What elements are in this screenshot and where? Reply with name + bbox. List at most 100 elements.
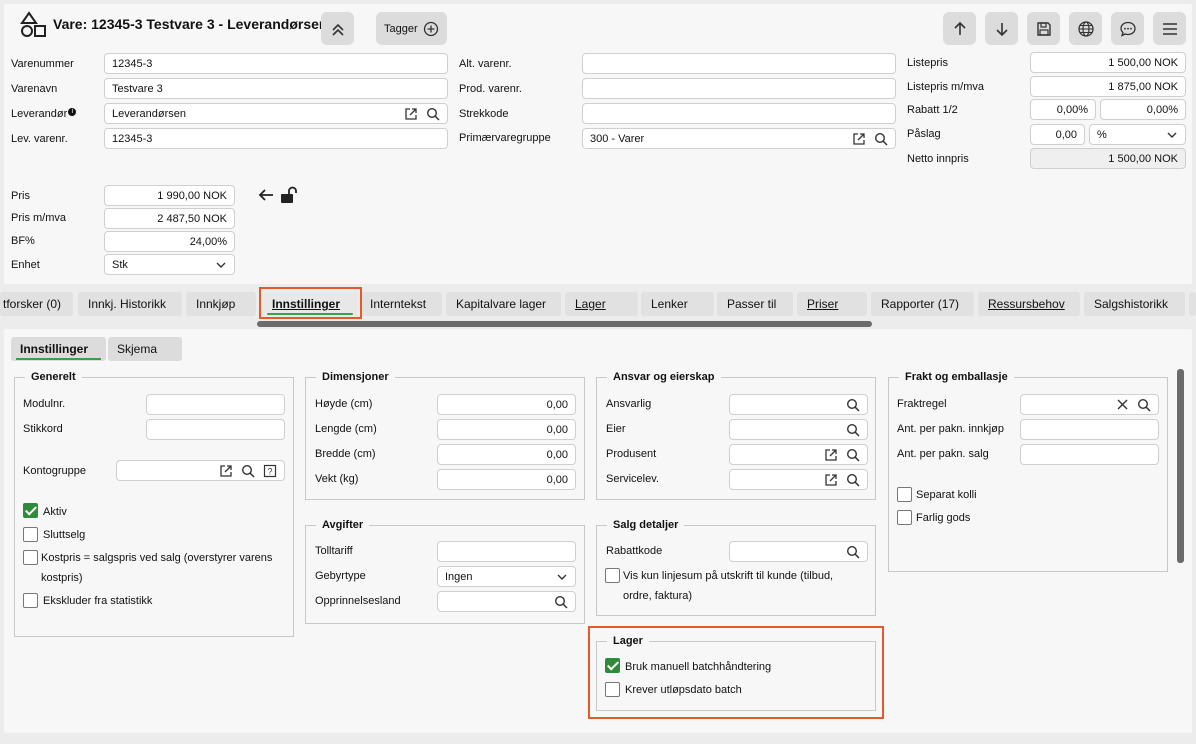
vertical-scrollbar[interactable] — [1177, 369, 1184, 563]
tab-ressursbehov[interactable]: Ressursbehov — [978, 292, 1080, 316]
pris-label: Pris — [11, 190, 30, 202]
bredde-input[interactable]: 0,00 — [437, 444, 576, 465]
previous-item-button[interactable] — [943, 12, 976, 45]
tab-passer-til[interactable]: Passer til — [717, 292, 793, 316]
servicelev-input[interactable] — [729, 469, 868, 490]
opprinnelsesland-input[interactable] — [437, 591, 576, 612]
open-external-icon[interactable] — [824, 473, 838, 487]
stikkord-input[interactable] — [146, 419, 285, 440]
sluttselg-checkbox[interactable] — [23, 527, 38, 542]
vis-linjesum-checkbox[interactable] — [605, 568, 620, 583]
ansvarlig-label: Ansvarlig — [606, 398, 652, 410]
tab-scrollbar[interactable] — [257, 321, 872, 327]
tab-tforsker[interactable]: tforsker (0) — [0, 292, 73, 316]
strekkode-input[interactable] — [582, 103, 896, 124]
comments-button[interactable] — [1111, 12, 1144, 45]
gebyrtype-select[interactable]: Ingen — [437, 566, 576, 587]
varenavn-input[interactable]: Testvare 3 — [104, 78, 448, 99]
ansvarlig-input[interactable] — [729, 394, 868, 415]
eier-input[interactable] — [729, 419, 868, 440]
produsent-input[interactable] — [729, 444, 868, 465]
tags-button[interactable]: Tagger — [376, 12, 447, 45]
vekt-input[interactable]: 0,00 — [437, 469, 576, 490]
tab-more[interactable] — [1189, 292, 1196, 316]
dimensjoner-title: Dimensjoner — [316, 371, 395, 383]
next-item-button[interactable] — [985, 12, 1018, 45]
rabatt1-input[interactable]: 0,00% — [1030, 99, 1096, 120]
search-icon[interactable] — [846, 448, 860, 462]
ant-pakn-salg-input[interactable] — [1020, 444, 1159, 465]
chevron-down-icon — [1167, 132, 1177, 138]
rabattkode-input[interactable] — [729, 541, 868, 562]
tab-rapporter[interactable]: Rapporter (17) — [871, 292, 974, 316]
tab-internttekst[interactable]: Interntekst — [360, 292, 442, 316]
rabatt2-input[interactable]: 0,00% — [1100, 99, 1186, 120]
menu-button[interactable] — [1153, 12, 1186, 45]
search-icon[interactable] — [846, 398, 860, 412]
hoyde-input[interactable]: 0,00 — [437, 394, 576, 415]
help-box-icon[interactable]: ? — [263, 464, 277, 478]
prod-varenr-input[interactable] — [582, 78, 896, 99]
tab-internttekst-label: Interntekst — [370, 297, 427, 311]
separat-kolli-checkbox[interactable] — [897, 487, 912, 502]
ant-pakn-innkjop-input[interactable] — [1020, 419, 1159, 440]
save-button[interactable] — [1027, 12, 1060, 45]
kontogruppe-input[interactable]: ? — [116, 460, 285, 481]
subtab-skjema[interactable]: Skjema — [108, 337, 182, 361]
tab-innkj-historikk[interactable]: Innkj. Historikk — [78, 292, 182, 316]
search-icon[interactable] — [846, 473, 860, 487]
lengde-input[interactable]: 0,00 — [437, 419, 576, 440]
lev-varenr-input[interactable]: 12345-3 — [104, 128, 448, 149]
primaervaregruppe-input[interactable]: 300 - Varer — [582, 128, 896, 149]
open-external-icon[interactable] — [852, 132, 866, 146]
tab-lager[interactable]: Lager — [565, 292, 638, 316]
clear-x-icon[interactable] — [1116, 398, 1129, 411]
open-external-icon[interactable] — [404, 107, 418, 121]
collapse-button[interactable] — [321, 12, 354, 45]
open-external-icon[interactable] — [219, 464, 233, 478]
kostpris-label: Kostpris = salgspris ved salg (overstyre… — [41, 552, 273, 564]
search-icon[interactable] — [846, 545, 860, 559]
search-icon[interactable] — [1137, 398, 1151, 412]
leverandor-input[interactable]: Leverandørsen — [104, 103, 448, 124]
unlock-icon[interactable] — [280, 186, 298, 204]
primaervaregruppe-value: 300 - Varer — [590, 132, 645, 145]
tab-salgshistorikk[interactable]: Salgshistorikk — [1084, 292, 1185, 316]
web-button[interactable] — [1069, 12, 1102, 45]
paslag-input[interactable]: 0,00 — [1030, 124, 1085, 145]
add-circle-icon — [423, 21, 439, 36]
aktiv-checkbox[interactable] — [23, 503, 38, 518]
search-icon[interactable] — [426, 107, 440, 121]
bf-input[interactable]: 24,00% — [104, 231, 235, 252]
frakt-title: Frakt og emballasje — [899, 371, 1014, 383]
modulnr-input[interactable] — [146, 394, 285, 415]
paslag-unit-select[interactable]: % — [1089, 124, 1186, 145]
farlig-gods-checkbox[interactable] — [897, 510, 912, 525]
listepris-input[interactable]: 1 500,00 NOK — [1030, 52, 1186, 73]
tab-lenker[interactable]: Lenker — [641, 292, 714, 316]
listepris-mva-input[interactable]: 1 875,00 NOK — [1030, 76, 1186, 97]
kostpris-checkbox[interactable] — [23, 550, 38, 565]
hoyde-label: Høyde (cm) — [315, 398, 373, 410]
enhet-select[interactable]: Stk — [104, 254, 235, 275]
ansvar-title: Ansvar og eierskap — [607, 371, 721, 383]
search-icon[interactable] — [874, 132, 888, 146]
alt-varenr-input[interactable] — [582, 53, 896, 74]
tolltariff-input[interactable] — [437, 541, 576, 562]
pris-mva-input[interactable]: 2 487,50 NOK — [104, 208, 235, 229]
arrow-left-icon[interactable] — [258, 188, 274, 202]
tab-kapitalvare-lager[interactable]: Kapitalvare lager — [446, 292, 561, 316]
search-icon[interactable] — [846, 423, 860, 437]
search-icon[interactable] — [554, 595, 568, 609]
tab-priser[interactable]: Priser — [797, 292, 867, 316]
varenummer-input[interactable]: 12345-3 — [104, 53, 448, 74]
item-shapes-icon — [18, 10, 48, 40]
pris-input[interactable]: 1 990,00 NOK — [104, 185, 235, 206]
fraktregel-input[interactable] — [1020, 394, 1159, 415]
tab-innkjop[interactable]: Innkjøp — [186, 292, 256, 316]
search-icon[interactable] — [241, 464, 255, 478]
subtab-innstillinger[interactable]: Innstillinger — [11, 337, 106, 361]
ant-pakn-salg-label: Ant. per pakn. salg — [897, 448, 989, 460]
open-external-icon[interactable] — [824, 448, 838, 462]
ekskluder-checkbox[interactable] — [23, 593, 38, 608]
